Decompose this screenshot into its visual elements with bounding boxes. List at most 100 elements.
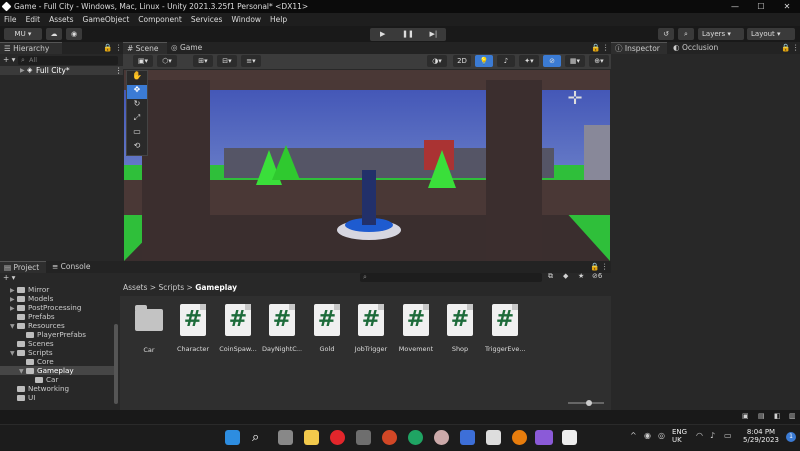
powerpoint-icon[interactable] xyxy=(382,430,397,445)
gizmo-cube-icon[interactable]: ⬡▾ xyxy=(157,55,177,67)
clock[interactable]: 8:04 PM 5/29/2023 xyxy=(740,428,782,444)
hierarchy-row-full-city[interactable]: ▶ ◈ Full City* ⋮ xyxy=(0,66,123,75)
more-menu-icon[interactable]: ⋮ xyxy=(115,42,123,54)
tree-item-resources[interactable]: ▼ Resources xyxy=(10,321,65,330)
asset-movement[interactable]: # Movement xyxy=(396,304,436,353)
effects-icon[interactable]: ✦▾ xyxy=(519,55,539,67)
asset-car[interactable]: Car xyxy=(129,304,169,354)
debug-mode-icon[interactable]: ◧ xyxy=(774,412,781,420)
hand-tool-icon[interactable]: ✋ xyxy=(127,71,147,85)
search-icon[interactable]: ⌕ xyxy=(252,430,267,445)
history-icon[interactable]: ↺ xyxy=(658,28,674,40)
project-search-input[interactable]: ⌕ xyxy=(360,273,542,282)
minimize-button[interactable]: — xyxy=(722,0,748,13)
file-explorer-icon[interactable] xyxy=(304,430,319,445)
audio-icon[interactable]: ♪ xyxy=(497,55,515,67)
visual-studio-icon[interactable] xyxy=(535,430,553,445)
move-tool-icon[interactable]: ✥ xyxy=(127,85,147,99)
tab-occlusion[interactable]: ◐ Occlusion xyxy=(669,42,727,54)
more-menu-icon[interactable]: ⋮ xyxy=(792,42,800,54)
increment-snap-icon[interactable]: ⊟▾ xyxy=(217,55,237,67)
filter-type-icon[interactable]: ⧉ xyxy=(548,272,553,281)
tree-item-playerprefabs[interactable]: PlayerPrefabs xyxy=(26,330,86,339)
menu-window[interactable]: Window xyxy=(231,13,261,26)
search-icon[interactable]: ⌕ xyxy=(678,28,694,40)
menu-assets[interactable]: Assets xyxy=(49,13,73,26)
menu-component[interactable]: Component xyxy=(138,13,182,26)
scene-viewport[interactable]: ✋ ✥ ↻ ⤢ ▭ ⟲ ✛ xyxy=(124,70,610,261)
volume-icon[interactable]: ♪ xyxy=(710,431,715,440)
lock-icon[interactable]: 🔒 xyxy=(103,42,112,54)
maximize-button[interactable]: ☐ xyxy=(748,0,774,13)
gizmos-icon[interactable]: ⊕▾ xyxy=(589,55,609,67)
step-button[interactable]: ▶| xyxy=(421,28,446,41)
rotate-tool-icon[interactable]: ↻ xyxy=(127,99,147,113)
menu-edit[interactable]: Edit xyxy=(26,13,41,26)
tree-item-prefabs[interactable]: Prefabs xyxy=(17,312,55,321)
tree-item-models[interactable]: ▶ Models xyxy=(10,294,53,303)
asset-jobtrigger[interactable]: # JobTrigger xyxy=(351,304,391,353)
filter-label-icon[interactable]: ◆ xyxy=(563,272,568,280)
rect-tool-icon[interactable]: ▭ xyxy=(127,127,147,141)
tree-scrollbar[interactable] xyxy=(114,324,118,404)
favorite-icon[interactable]: ★ xyxy=(578,272,584,280)
notification-badge[interactable]: 1 xyxy=(786,432,796,442)
pause-button[interactable]: ❚❚ xyxy=(395,28,420,41)
menu-services[interactable]: Services xyxy=(191,13,223,26)
menu-file[interactable]: File xyxy=(4,13,17,26)
breadcrumb-assets[interactable]: Assets xyxy=(123,283,147,292)
menu-gameobject[interactable]: GameObject xyxy=(83,13,130,26)
slider-handle[interactable] xyxy=(586,400,592,406)
breadcrumb-scripts[interactable]: Scripts xyxy=(158,283,184,292)
asset-gold[interactable]: # Gold xyxy=(307,304,347,353)
opera-icon[interactable] xyxy=(330,430,345,445)
tray-steam-icon[interactable]: ◎ xyxy=(658,431,665,440)
asset-coinspawner[interactable]: # CoinSpaw... xyxy=(218,304,258,353)
asset-shop[interactable]: # Shop xyxy=(440,304,480,353)
expand-arrow-icon[interactable]: ▶ xyxy=(20,66,25,75)
lock-icon[interactable]: 🔒 xyxy=(591,42,600,54)
tab-console[interactable]: ≡ Console xyxy=(48,261,96,273)
close-button[interactable]: ✕ xyxy=(774,0,800,13)
menu-help[interactable]: Help xyxy=(270,13,287,26)
tree-item-ui[interactable]: UI xyxy=(17,393,35,402)
expand-arrow-icon[interactable]: ▼ xyxy=(10,322,17,331)
expand-arrow-icon[interactable]: ▼ xyxy=(19,367,26,376)
tree-item-scripts[interactable]: ▼ Scripts xyxy=(10,348,53,357)
asset-triggerevent[interactable]: # TriggerEve... xyxy=(485,304,525,353)
layout-dropdown[interactable]: Layout ▾ xyxy=(747,28,795,40)
expand-arrow-icon[interactable]: ▼ xyxy=(10,349,17,358)
tab-project[interactable]: ▤ Project xyxy=(0,261,46,273)
task-view-icon[interactable] xyxy=(278,430,293,445)
lighting-icon[interactable]: 💡 xyxy=(475,55,493,67)
wifi-icon[interactable]: ◠ xyxy=(696,431,703,440)
draw-mode-icon[interactable]: ▣▾ xyxy=(133,55,153,67)
cloud-icon[interactable]: ☁ xyxy=(46,28,62,40)
tab-scene[interactable]: # Scene xyxy=(123,42,167,54)
tree-item-gameplay[interactable]: ▼ Gameplay xyxy=(0,366,116,375)
tab-hierarchy[interactable]: ☰ Hierarchy xyxy=(0,42,62,54)
tree-item-postprocessing[interactable]: ▶ PostProcessing xyxy=(10,303,81,312)
language-indicator[interactable]: ENG UK xyxy=(672,428,687,444)
hidden-packages-icon[interactable]: ⊘6 xyxy=(592,272,602,280)
calculator-icon[interactable] xyxy=(356,430,371,445)
snap-settings-icon[interactable]: ≡▾ xyxy=(241,55,261,67)
toggle-2d-button[interactable]: 2D xyxy=(453,55,471,67)
shading-icon[interactable]: ◑▾ xyxy=(427,55,447,67)
unity-hub-icon[interactable] xyxy=(486,430,501,445)
hidden-objects-icon[interactable]: ⊘ xyxy=(543,55,561,67)
tab-inspector[interactable]: ⓘ Inspector xyxy=(611,42,667,54)
account-dropdown[interactable]: MU ▾ xyxy=(4,28,42,40)
orientation-gizmo-icon[interactable]: ✛ xyxy=(560,84,590,114)
grid-snap-icon[interactable]: ⊞▾ xyxy=(193,55,213,67)
transform-tool-icon[interactable]: ⟲ xyxy=(127,141,147,155)
cache-server-icon[interactable]: ▤ xyxy=(758,412,765,420)
blender-icon[interactable] xyxy=(512,430,527,445)
icon-size-slider[interactable] xyxy=(568,400,604,406)
tree-item-car[interactable]: Car xyxy=(35,375,58,384)
tree-item-mirror[interactable]: ▶ Mirror xyxy=(10,285,49,294)
tree-item-networking[interactable]: Networking xyxy=(17,384,69,393)
start-icon[interactable] xyxy=(225,430,240,445)
tree-item-core[interactable]: Core xyxy=(26,357,54,366)
lock-icon[interactable]: 🔒 xyxy=(781,42,790,54)
